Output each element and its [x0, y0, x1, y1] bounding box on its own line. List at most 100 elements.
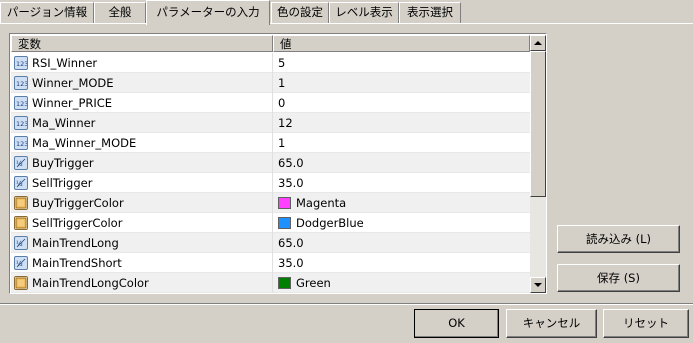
table-row[interactable]: ½ MainTrendShort 35.0 [11, 253, 530, 273]
value-cell[interactable]: Magenta [273, 193, 530, 213]
variable-name: Winner_PRICE [32, 96, 113, 110]
variable-value: 1 [278, 136, 286, 150]
tab-label: 表示選択 [407, 5, 453, 19]
value-cell[interactable]: 0 [273, 93, 530, 113]
header-variable[interactable]: 変数 [11, 35, 273, 52]
tab-visualization[interactable]: 表示選択 [399, 2, 461, 23]
variable-cell: 123 Ma_Winner_MODE [11, 133, 273, 153]
tab-general[interactable]: 全般 [94, 2, 146, 23]
tab-label: レベル表示 [335, 5, 393, 19]
table-row[interactable]: ½ BuyTrigger 65.0 [11, 153, 530, 173]
tab-levels[interactable]: レベル表示 [329, 2, 399, 23]
table-row[interactable]: MainTrendLongColor Green [11, 273, 530, 293]
value-cell[interactable]: 12 [273, 113, 530, 133]
table-row[interactable]: BuyTriggerColor Magenta [11, 193, 530, 213]
svg-text:123: 123 [16, 100, 27, 108]
table-row[interactable]: 123 Ma_Winner_MODE 1 [11, 133, 530, 153]
int-icon: 123 [14, 136, 28, 150]
variable-value: 65.0 [278, 156, 304, 170]
value-cell[interactable]: 1 [273, 133, 530, 153]
color-icon [14, 276, 28, 290]
table-row[interactable]: 123 Ma_Winner 12 [11, 113, 530, 133]
variable-name: SellTrigger [32, 176, 93, 190]
color-icon [14, 196, 28, 210]
variable-name: MainTrendLong [32, 236, 119, 250]
variable-cell: ½ BuyTrigger [11, 153, 273, 173]
variable-value: 35.0 [278, 256, 304, 270]
variable-value: 65.0 [278, 236, 304, 250]
svg-text:123: 123 [16, 140, 27, 148]
svg-text:123: 123 [16, 120, 27, 128]
tab-parameters[interactable]: パラメーターの入力 [146, 0, 270, 25]
load-button[interactable]: 読み込み (L) [557, 225, 680, 253]
variable-cell: 123 Ma_Winner [11, 113, 273, 133]
table-row[interactable]: SellTriggerColor DodgerBlue [11, 213, 530, 233]
tab-version-info[interactable]: パージョン情報 [0, 2, 94, 23]
value-cell[interactable]: DodgerBlue [273, 213, 530, 233]
variable-cell: BuyTriggerColor [11, 193, 273, 213]
cancel-button[interactable]: キャンセル [506, 309, 597, 338]
value-cell[interactable]: 5 [273, 53, 530, 73]
save-label: 保存 [597, 271, 621, 285]
variable-cell: MainTrendLongColor [11, 273, 273, 293]
tab-strip: パージョン情報 全般 パラメーターの入力 色の設定 レベル表示 表示選択 [0, 0, 693, 25]
bottom-separator [0, 303, 693, 305]
variable-cell: SellTriggerColor [11, 213, 273, 233]
reset-button[interactable]: リセット [603, 309, 689, 338]
variable-name: MainTrendLongColor [32, 276, 149, 290]
scroll-up-button[interactable] [530, 35, 546, 51]
variable-value: 35.0 [278, 176, 304, 190]
svg-text:123: 123 [16, 80, 27, 88]
variable-value: Green [296, 276, 331, 290]
variable-value: 1 [278, 76, 286, 90]
variable-name: SellTriggerColor [32, 216, 123, 230]
double-icon: ½ [14, 176, 28, 190]
table-row[interactable]: 123 Winner_MODE 1 [11, 73, 530, 93]
variable-name: Winner_MODE [32, 76, 114, 90]
variable-value: Magenta [296, 196, 347, 210]
color-swatch [278, 217, 291, 229]
color-swatch [278, 197, 291, 209]
table-row[interactable]: ½ MainTrendLong 65.0 [11, 233, 530, 253]
tab-label: 色の設定 [277, 5, 323, 19]
save-accel: (S) [623, 271, 640, 285]
variable-cell: 123 Winner_MODE [11, 73, 273, 93]
table-row[interactable]: 123 RSI_Winner 5 [11, 53, 530, 73]
tab-label: パージョン情報 [6, 5, 88, 19]
variable-name: RSI_Winner [32, 56, 98, 70]
variable-cell: ½ MainTrendLong [11, 233, 273, 253]
vertical-scrollbar[interactable] [530, 35, 546, 293]
int-icon: 123 [14, 96, 28, 110]
scroll-down-button[interactable] [530, 277, 546, 293]
value-cell[interactable]: 35.0 [273, 173, 530, 193]
value-cell[interactable]: 65.0 [273, 153, 530, 173]
variable-value: 0 [278, 96, 286, 110]
variable-name: Ma_Winner [32, 116, 96, 130]
variable-cell: 123 RSI_Winner [11, 53, 273, 73]
value-cell[interactable]: 35.0 [273, 253, 530, 273]
int-icon: 123 [14, 116, 28, 130]
parameter-grid: 変数 値 123 RSI_Winner 5 123 Winner_MODE 1 123 Win… [9, 33, 547, 294]
scroll-thumb[interactable] [530, 51, 546, 197]
value-cell[interactable]: 1 [273, 73, 530, 93]
variable-value: 12 [278, 116, 293, 130]
double-icon: ½ [14, 156, 28, 170]
variable-name: Ma_Winner_MODE [32, 136, 137, 150]
tab-colors[interactable]: 色の設定 [271, 2, 329, 23]
ok-button[interactable]: OK [414, 309, 499, 338]
variable-value: DodgerBlue [296, 216, 364, 230]
variable-cell: ½ SellTrigger [11, 173, 273, 193]
load-accel: (L) [635, 232, 652, 246]
value-cell[interactable]: 65.0 [273, 233, 530, 253]
value-cell[interactable]: Green [273, 273, 530, 293]
table-row[interactable]: ½ SellTrigger 35.0 [11, 173, 530, 193]
save-button[interactable]: 保存 (S) [557, 264, 680, 292]
tab-divider [0, 23, 693, 24]
grid-header: 変数 値 [11, 35, 530, 52]
header-value[interactable]: 値 [273, 35, 530, 52]
table-row[interactable]: 123 Winner_PRICE 0 [11, 93, 530, 113]
variable-cell: 123 Winner_PRICE [11, 93, 273, 113]
variable-name: BuyTrigger [32, 156, 94, 170]
color-icon [14, 216, 28, 230]
arrow-down-icon [534, 283, 542, 287]
